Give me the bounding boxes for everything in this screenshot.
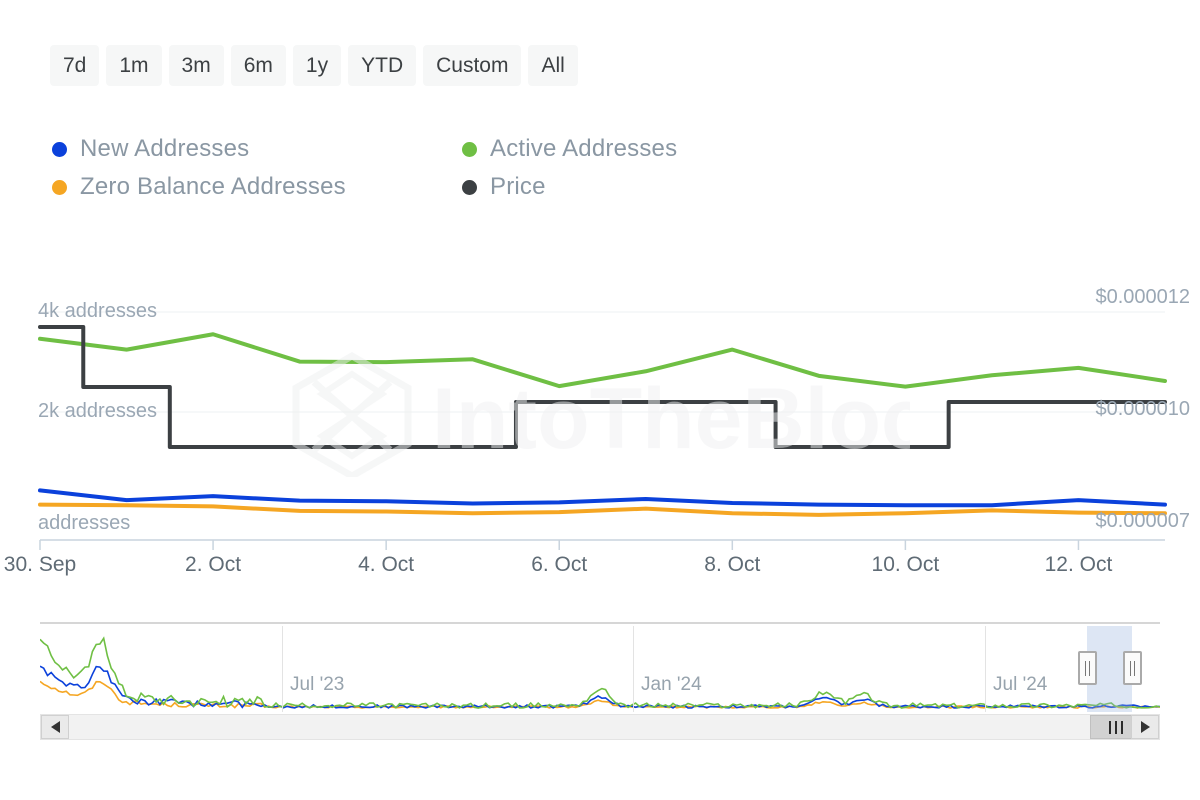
range-button-3m[interactable]: 3m: [168, 45, 224, 86]
x-axis-tick-label: 10. Oct: [871, 553, 940, 576]
x-axis-tick-label: 8. Oct: [704, 553, 761, 576]
x-axis-tick-label: 6. Oct: [531, 553, 588, 576]
range-button-ytd[interactable]: YTD: [348, 45, 417, 86]
grip-vertical-icon: [1114, 720, 1117, 734]
legend-item-active-addresses[interactable]: Active Addresses: [462, 130, 802, 168]
x-axis-tick-label: 2. Oct: [185, 553, 242, 576]
legend-label: Price: [490, 173, 546, 200]
grip-vertical-icon: [1120, 720, 1123, 734]
triangle-right-icon: [1140, 721, 1150, 733]
range-selector: 7d 1m 3m 6m 1y YTD Custom All: [50, 45, 578, 86]
legend-item-new-addresses[interactable]: New Addresses: [52, 130, 462, 168]
range-button-1y[interactable]: 1y: [292, 45, 342, 86]
range-button-6m[interactable]: 6m: [230, 45, 286, 86]
legend-label: Zero Balance Addresses: [80, 173, 346, 200]
legend-dot-icon: [462, 141, 477, 157]
y-axis-right-label: $0.000010: [1095, 398, 1190, 420]
main-chart-plot[interactable]: [0, 275, 1200, 585]
legend-dot-icon: [52, 141, 67, 157]
chart-navigator[interactable]: Jul '23 Jan '24 Jul '24: [40, 622, 1160, 740]
y-axis-left-label: 2k addresses: [38, 400, 157, 422]
x-axis-tick-label: 4. Oct: [358, 553, 415, 576]
grip-vertical-icon: [1108, 720, 1111, 734]
y-axis-left-label: addresses: [38, 512, 131, 534]
y-axis-left-label: 4k addresses: [38, 300, 157, 322]
navigator-scrollbar[interactable]: [40, 714, 1160, 740]
x-axis-tick-label: 12. Oct: [1044, 553, 1113, 576]
y-axis-right-label: $0.000012: [1095, 286, 1190, 308]
legend-item-zero-balance-addresses[interactable]: Zero Balance Addresses: [52, 168, 462, 206]
legend-dot-icon: [52, 179, 67, 195]
legend-item-price[interactable]: Price: [462, 168, 802, 206]
scroll-left-button[interactable]: [41, 715, 69, 739]
navigator-gridline: [985, 626, 986, 712]
legend-label: New Addresses: [80, 135, 250, 162]
navigator-handle-right[interactable]: [1123, 651, 1142, 685]
y-axis-right-label: $0.000007: [1095, 510, 1190, 532]
x-axis-tick-label: 30. Sep: [3, 553, 77, 576]
navigator-sparklines: [40, 636, 1160, 709]
chart-lines: [38, 311, 1167, 550]
navigator-date-label: Jul '23: [290, 674, 345, 695]
range-button-all[interactable]: All: [528, 45, 578, 86]
range-button-1m[interactable]: 1m: [106, 45, 162, 86]
navigator-gridline: [282, 626, 283, 712]
range-button-custom[interactable]: Custom: [423, 45, 522, 86]
chart-x-axis: 30. Sep 2. Oct 4. Oct 6. Oct 8. Oct 10. Oct 12…: [0, 553, 1200, 588]
navigator-handle-left[interactable]: [1078, 651, 1098, 685]
legend-label: Active Addresses: [490, 135, 678, 162]
triangle-left-icon: [50, 721, 60, 733]
navigator-gridline: [633, 626, 634, 712]
chart-legend: New Addresses Active Addresses Zero Bala…: [52, 130, 812, 206]
legend-dot-icon: [462, 179, 477, 195]
range-button-7d[interactable]: 7d: [50, 45, 100, 86]
navigator-date-label: Jan '24: [641, 674, 702, 695]
navigator-date-label: Jul '24: [993, 674, 1048, 695]
scroll-right-button[interactable]: [1131, 715, 1159, 739]
navigator-preview[interactable]: Jul '23 Jan '24 Jul '24: [40, 622, 1160, 712]
